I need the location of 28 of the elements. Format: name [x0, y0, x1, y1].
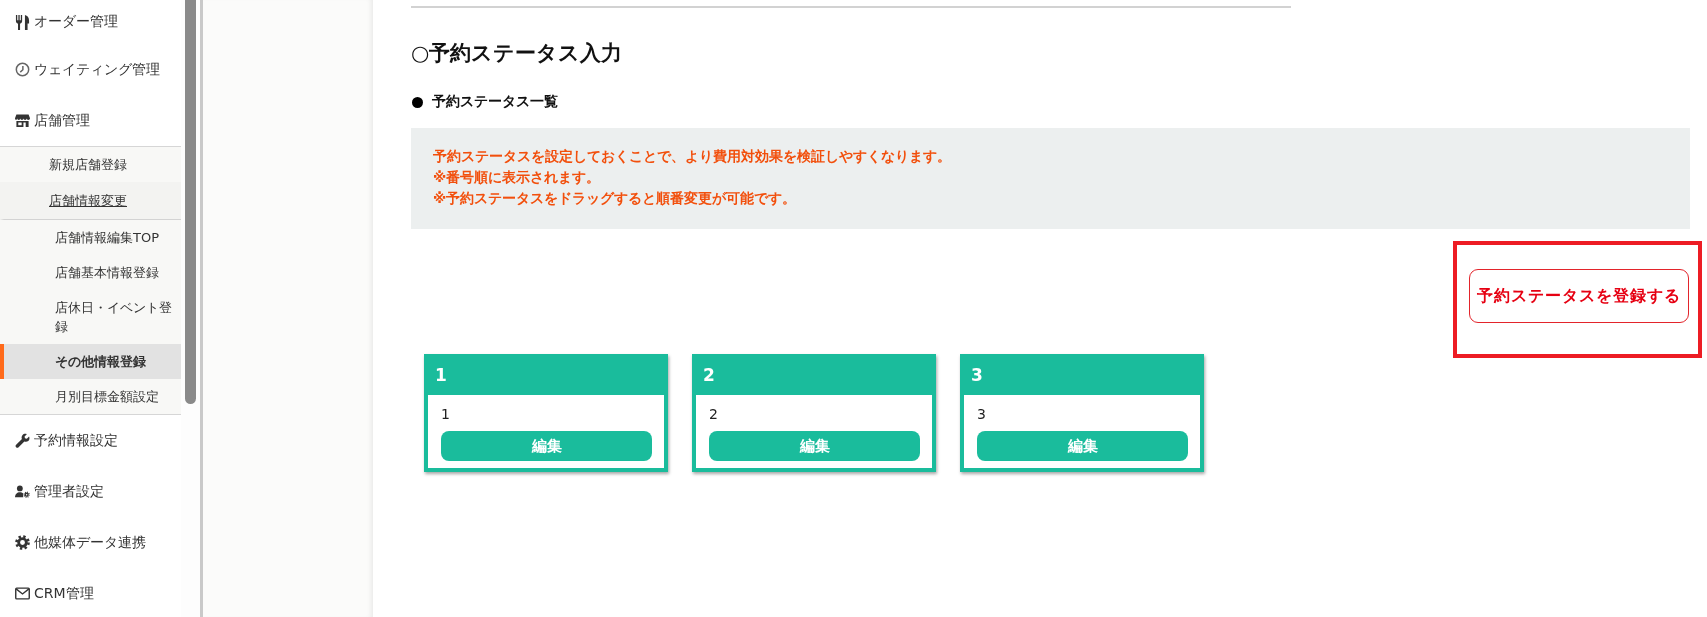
- submenu-item[interactable]: その他情報登録: [0, 344, 181, 379]
- page-title: ○予約ステータス入力: [411, 40, 624, 67]
- gear-icon: [15, 535, 30, 550]
- store-icon: [15, 113, 30, 128]
- submenu-item[interactable]: 新規店舗登録: [0, 147, 181, 182]
- notice-text: ※予約ステータスをドラッグすると順番変更が可能です。: [433, 189, 798, 208]
- submenu-item[interactable]: 月別目標金額設定: [0, 379, 181, 414]
- user-gear-icon: [15, 484, 30, 499]
- status-card[interactable]: 1 1 編集: [424, 354, 668, 472]
- section-title: 予約ステータス一覧: [432, 93, 558, 111]
- submenu-item[interactable]: 店休日・イベント登録: [0, 290, 181, 344]
- submenu-item[interactable]: 店舗情報編集TOP: [0, 220, 181, 255]
- submenu-item[interactable]: 店舗情報変更: [0, 182, 181, 220]
- status-name: 2: [709, 405, 719, 424]
- fork-knife-icon: [15, 13, 30, 31]
- register-button[interactable]: 予約ステータスを登録する: [1469, 269, 1689, 323]
- submenu-item[interactable]: 店舗基本情報登録: [0, 255, 181, 290]
- status-card[interactable]: 2 2 編集: [692, 354, 936, 472]
- bullet-icon: [412, 96, 423, 108]
- scrollbar-thumb[interactable]: [185, 0, 196, 404]
- envelope-icon: [15, 586, 30, 601]
- clock-icon: [15, 62, 30, 77]
- notice-text: 予約ステータスを設定しておくことで、より費用対効果を検証しやすくなります。: [433, 147, 952, 166]
- status-card[interactable]: 3 3 編集: [960, 354, 1204, 472]
- status-name: 1: [441, 405, 451, 424]
- notice-text: ※番号順に表示されます。: [433, 168, 602, 187]
- status-name: 3: [977, 405, 987, 424]
- wrench-icon: [15, 433, 30, 448]
